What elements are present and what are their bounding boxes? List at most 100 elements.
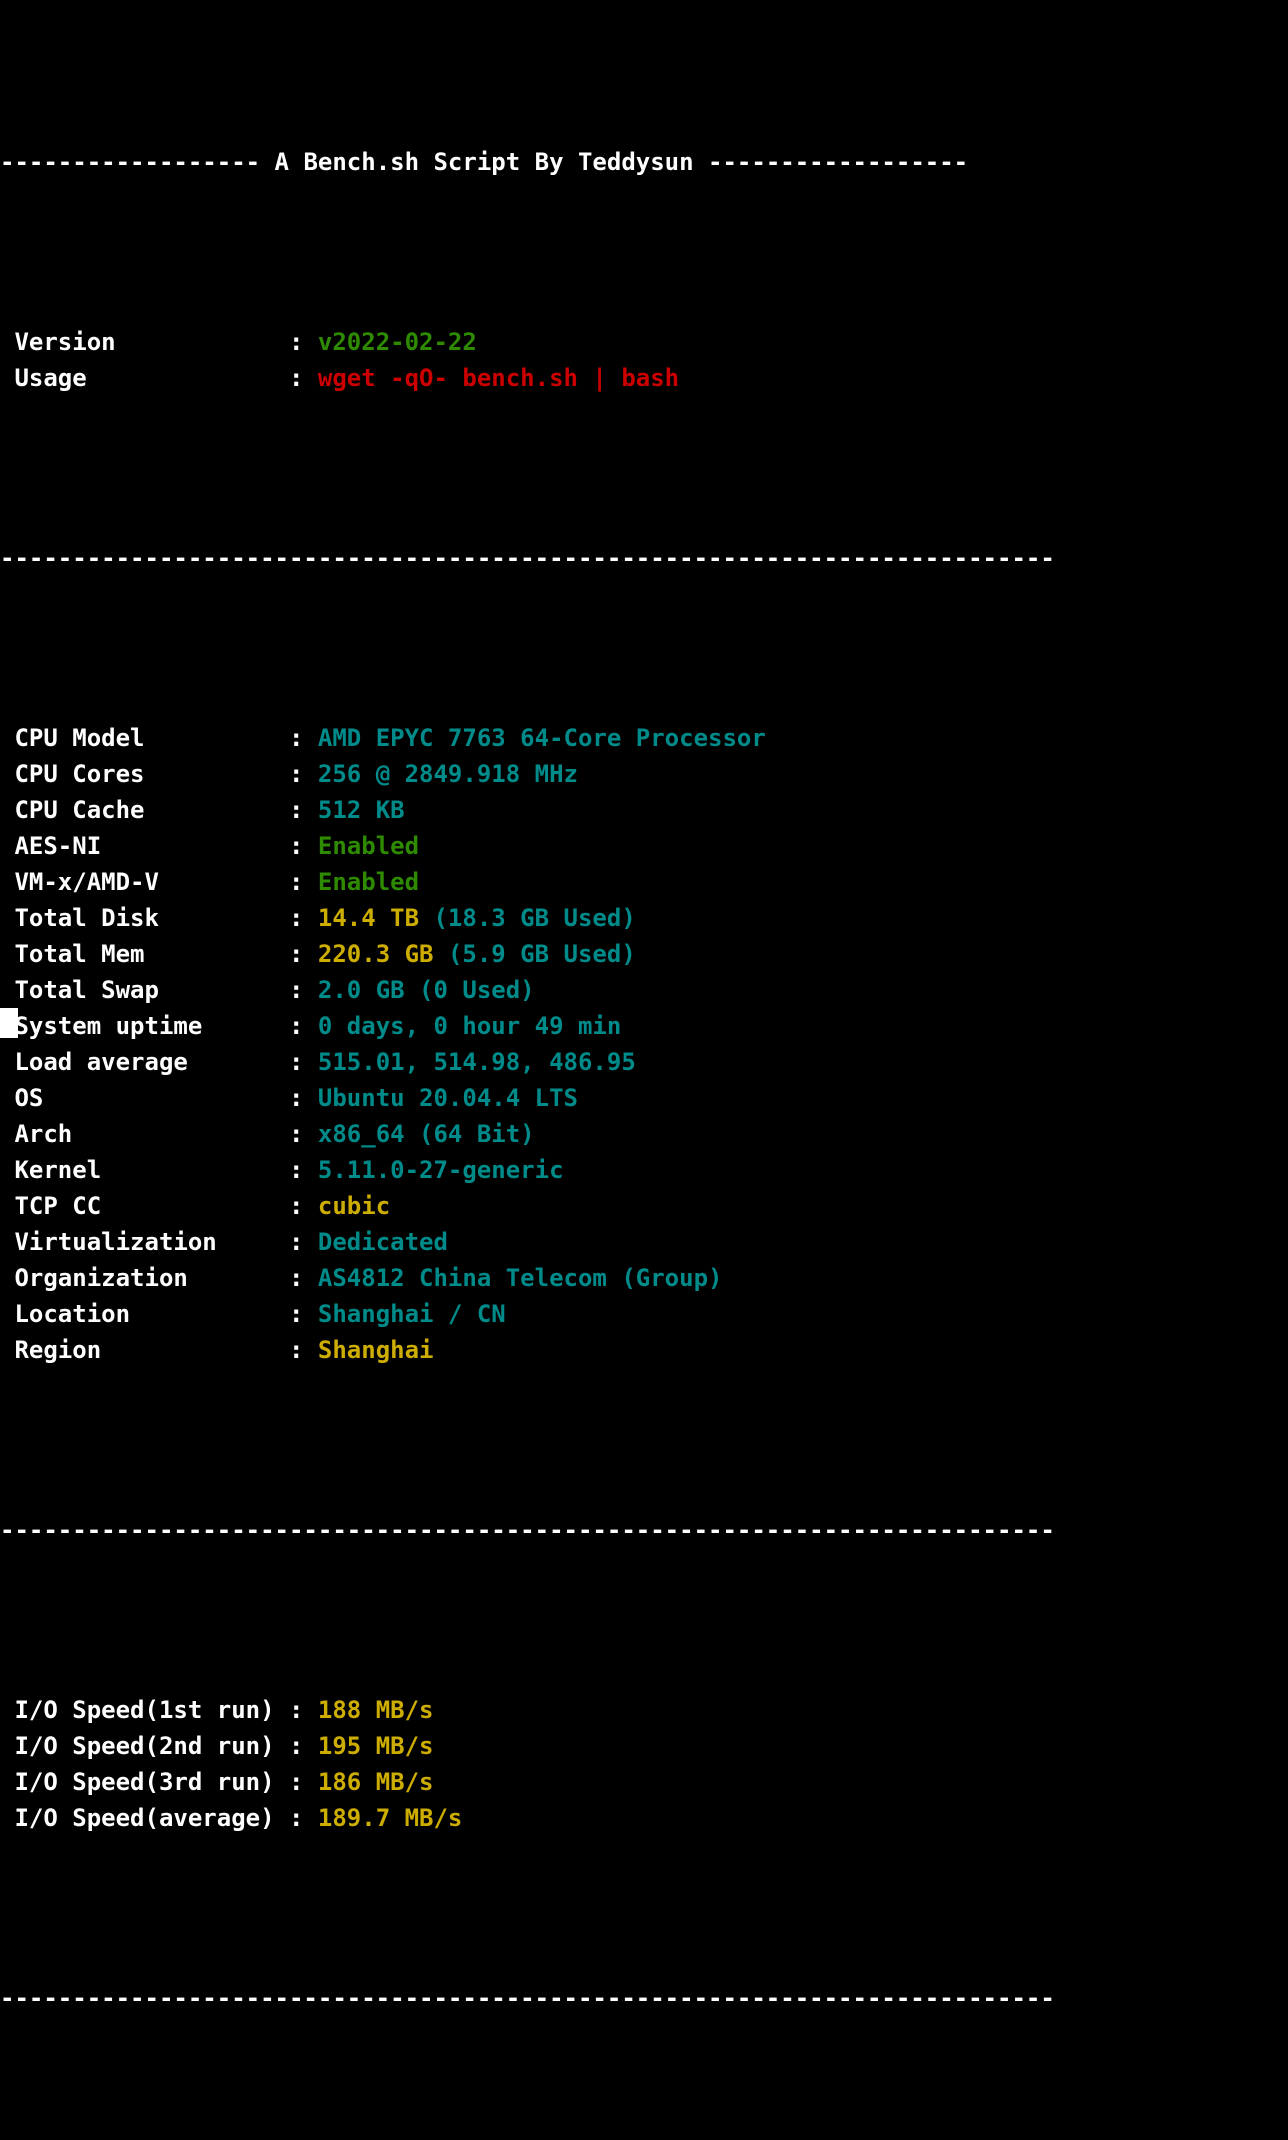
header-row: Usage : wget -qO- bench.sh | bash (0, 360, 1288, 396)
info-label: CPU Model (0, 724, 289, 752)
info-value: 220.3 GB (317, 940, 448, 968)
info-value: AS4812 China Telecom (Group) (317, 1264, 723, 1292)
info-value: 2.0 GB (0 Used) (317, 976, 535, 1004)
info-row: Total Disk : 14.4 TB (18.3 GB Used) (0, 900, 1288, 936)
info-value: Enabled (317, 832, 420, 860)
info-label: System uptime (0, 1012, 289, 1040)
io-separator: : (288, 1804, 318, 1832)
info-value: Dedicated (317, 1228, 448, 1256)
info-row: Region : Shanghai (0, 1332, 1288, 1368)
info-row: CPU Model : AMD EPYC 7763 64-Core Proces… (0, 720, 1288, 756)
info-label: Region (0, 1336, 289, 1364)
info-value: 256 @ 2849.918 MHz (317, 760, 578, 788)
info-label: OS (0, 1084, 289, 1112)
io-row: I/O Speed(2nd run) : 195 MB/s (0, 1728, 1288, 1764)
info-value: Shanghai (317, 1336, 434, 1364)
io-separator: : (288, 1696, 318, 1724)
header-label: Version (0, 328, 289, 356)
info-value: (18.3 GB Used) (433, 904, 636, 932)
io-label: I/O Speed(2nd run) (0, 1732, 289, 1760)
info-row: VM-x/AMD-V : Enabled (0, 864, 1288, 900)
io-value: 186 MB/s (317, 1768, 434, 1796)
banner-line: ------------------ A Bench.sh Script By … (0, 144, 1288, 180)
info-row: Virtualization : Dedicated (0, 1224, 1288, 1260)
info-value: 0 days, 0 hour 49 min (317, 1012, 622, 1040)
info-value: Shanghai / CN (317, 1300, 506, 1328)
info-separator: : (288, 1012, 318, 1040)
header-label: Usage (0, 364, 289, 392)
info-label: Total Disk (0, 904, 289, 932)
info-separator: : (288, 1048, 318, 1076)
info-row: Organization : AS4812 China Telecom (Gro… (0, 1260, 1288, 1296)
info-label: CPU Cache (0, 796, 289, 824)
info-label: AES-NI (0, 832, 289, 860)
info-value: x86_64 (64 Bit) (317, 1120, 535, 1148)
info-separator: : (288, 1264, 318, 1292)
info-separator: : (288, 1228, 318, 1256)
io-value: 188 MB/s (317, 1696, 434, 1724)
io-separator: : (288, 1732, 318, 1760)
info-separator: : (288, 904, 318, 932)
info-label: CPU Cores (0, 760, 289, 788)
io-label: I/O Speed(3rd run) (0, 1768, 289, 1796)
header-separator: : (288, 364, 318, 392)
info-row: TCP CC : cubic (0, 1188, 1288, 1224)
io-separator: : (288, 1768, 318, 1796)
io-value: 189.7 MB/s (317, 1804, 463, 1832)
io-value: 195 MB/s (317, 1732, 434, 1760)
header-value: wget -qO- bench.sh | bash (317, 364, 680, 392)
info-row: Total Swap : 2.0 GB (0 Used) (0, 972, 1288, 1008)
info-row: Kernel : 5.11.0-27-generic (0, 1152, 1288, 1188)
info-label: Total Mem (0, 940, 289, 968)
io-label: I/O Speed(average) (0, 1804, 289, 1832)
header-row: Version : v2022-02-22 (0, 324, 1288, 360)
info-separator: : (288, 1192, 318, 1220)
info-separator: : (288, 868, 318, 896)
info-separator: : (288, 976, 318, 1004)
info-value: (5.9 GB Used) (447, 940, 636, 968)
info-value: 512 KB (317, 796, 405, 824)
info-label: Total Swap (0, 976, 289, 1004)
info-row: AES-NI : Enabled (0, 828, 1288, 864)
banner-left-rule: ------------------ (0, 148, 261, 176)
info-row: Total Mem : 220.3 GB (5.9 GB Used) (0, 936, 1288, 972)
info-separator: : (288, 1084, 318, 1112)
info-value: AMD EPYC 7763 64-Core Processor (317, 724, 766, 752)
info-separator: : (288, 940, 318, 968)
header-separator: : (288, 328, 318, 356)
divider-bottom: ----------------------------------------… (0, 1980, 1288, 2016)
io-label: I/O Speed(1st run) (0, 1696, 289, 1724)
divider-rule: ----------------------------------------… (0, 1516, 1055, 1544)
header-value: v2022-02-22 (317, 328, 477, 356)
system-info-row-group: CPU Model : AMD EPYC 7763 64-Core Proces… (0, 720, 1288, 1368)
info-separator: : (288, 1300, 318, 1328)
divider-rule: ----------------------------------------… (0, 1984, 1055, 2012)
info-separator: : (288, 1336, 318, 1364)
info-separator: : (288, 760, 318, 788)
info-row: Arch : x86_64 (64 Bit) (0, 1116, 1288, 1152)
banner-title: A Bench.sh Script By Teddysun (260, 148, 709, 176)
info-row: CPU Cores : 256 @ 2849.918 MHz (0, 756, 1288, 792)
info-row: Load average : 515.01, 514.98, 486.95 (0, 1044, 1288, 1080)
info-row: System uptime : 0 days, 0 hour 49 min (0, 1008, 1288, 1044)
terminal-window: ------------------ A Bench.sh Script By … (0, 0, 1288, 2012)
info-separator: : (288, 724, 318, 752)
info-label: VM-x/AMD-V (0, 868, 289, 896)
divider-rule: ----------------------------------------… (0, 544, 1055, 572)
info-label: Arch (0, 1120, 289, 1148)
info-value: 14.4 TB (317, 904, 434, 932)
divider-middle: ----------------------------------------… (0, 1512, 1288, 1548)
info-row: OS : Ubuntu 20.04.4 LTS (0, 1080, 1288, 1116)
info-value: Ubuntu 20.04.4 LTS (317, 1084, 578, 1112)
info-label: Organization (0, 1264, 289, 1292)
info-label: Kernel (0, 1156, 289, 1184)
info-label: Location (0, 1300, 289, 1328)
block-cursor[interactable] (0, 1008, 18, 1038)
info-value: 515.01, 514.98, 486.95 (317, 1048, 636, 1076)
info-row: Location : Shanghai / CN (0, 1296, 1288, 1332)
info-separator: : (288, 796, 318, 824)
divider-top: ----------------------------------------… (0, 540, 1288, 576)
io-row: I/O Speed(1st run) : 188 MB/s (0, 1692, 1288, 1728)
info-row: CPU Cache : 512 KB (0, 792, 1288, 828)
io-speed-row-group: I/O Speed(1st run) : 188 MB/s I/O Speed(… (0, 1692, 1288, 1836)
